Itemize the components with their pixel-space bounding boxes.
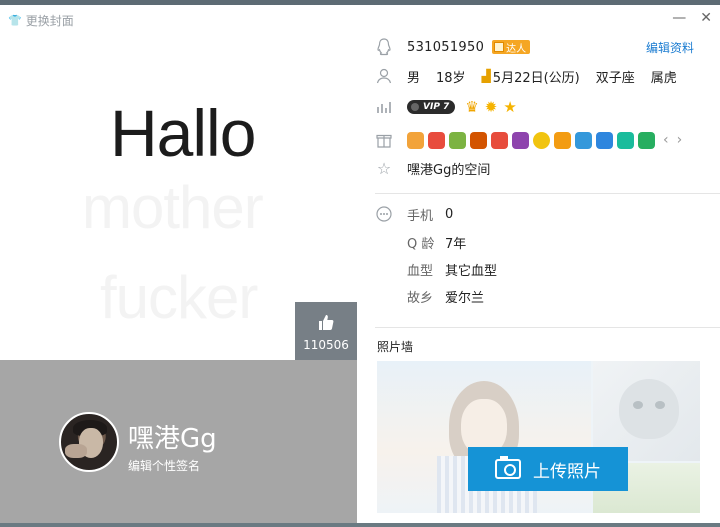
qage-row: Q 龄 7年 <box>407 231 466 253</box>
phone-row: 手机 0 <box>357 203 453 225</box>
service-icon[interactable] <box>449 131 466 149</box>
avatar[interactable] <box>59 412 119 472</box>
info-panel: — ✕ 531051950 达人 编辑资料 男 18岁 ▟ 5月22日(公历) … <box>357 5 720 523</box>
upload-photo-label: 上传照片 <box>533 461 601 482</box>
cover-ghost-text-1: mother <box>82 174 264 241</box>
qzone-link[interactable]: 嘿港Gg的空间 <box>407 159 490 178</box>
service-icon[interactable] <box>470 131 487 149</box>
profile-band: 嘿港Gg 编辑个性签名 <box>0 360 357 523</box>
photo-wall: 上传照片 <box>377 361 700 513</box>
user-icon <box>375 67 393 85</box>
like-button[interactable]: 110506 <box>295 302 357 360</box>
change-cover-label: 更换封面 <box>25 14 74 28</box>
change-cover-button[interactable]: 👕 更换封面 <box>8 12 74 29</box>
divider <box>375 193 720 194</box>
like-count: 110506 <box>303 338 349 352</box>
daren-label: 达人 <box>506 43 527 55</box>
service-pager: ‹ › <box>663 132 682 148</box>
more-icon <box>375 205 393 223</box>
edit-signature-link[interactable]: 编辑个性签名 <box>128 457 200 474</box>
service-icon[interactable] <box>491 131 508 149</box>
level-chart-icon <box>375 98 393 116</box>
daren-badge[interactable]: 达人 <box>492 40 531 55</box>
level-badges: ♛ ✹ ★ <box>465 98 516 116</box>
chevron-left-icon[interactable]: ‹ <box>663 132 669 148</box>
blood-value: 其它血型 <box>445 263 498 279</box>
photo-thumbnail[interactable] <box>593 361 700 461</box>
qage-label: Q 龄 <box>407 236 435 252</box>
service-icons <box>407 131 655 149</box>
penguin-icon <box>411 103 419 111</box>
qzone-row: ☆ 嘿港Gg的空间 <box>357 157 491 179</box>
phone-value: 0 <box>445 206 454 222</box>
star-icon[interactable]: ★ <box>503 98 516 116</box>
service-icon[interactable] <box>428 131 445 149</box>
hometown-value: 爱尔兰 <box>445 290 485 306</box>
thumbs-up-icon <box>319 315 334 330</box>
qq-number: 531051950 <box>407 39 485 55</box>
birthday: 5月22日(公历) <box>492 70 580 86</box>
hometown-label: 故乡 <box>407 290 434 306</box>
edit-profile-link[interactable]: 编辑资料 <box>646 39 694 56</box>
blood-label: 血型 <box>407 263 434 279</box>
vip-label: VIP 7 <box>423 102 450 112</box>
cover-headline: Hallo <box>110 96 256 170</box>
qage-value: 7年 <box>445 236 467 252</box>
service-icon[interactable] <box>533 131 550 149</box>
zodiac: 双子座 <box>595 70 635 86</box>
service-icon[interactable] <box>596 131 613 149</box>
close-button[interactable]: ✕ <box>700 11 712 25</box>
cover-ghost-text-2: fucker <box>100 264 258 331</box>
service-icon[interactable] <box>554 131 571 149</box>
camera-icon <box>495 456 521 479</box>
star-outline-icon: ☆ <box>376 158 392 178</box>
service-icon[interactable] <box>575 131 592 149</box>
service-icon[interactable] <box>512 131 529 149</box>
cover-panel: 👕 更换封面 Hallo mother fucker 110506 嘿港Gg 编… <box>0 5 357 523</box>
crown-icon[interactable]: ♛ <box>465 98 478 116</box>
qq-penguin-icon <box>375 38 393 56</box>
vip-badge[interactable]: VIP 7 <box>407 100 456 114</box>
qq-number-row: 531051950 达人 <box>357 36 531 58</box>
hometown-row: 故乡 爱尔兰 <box>407 285 484 307</box>
shirt-icon: 👕 <box>8 14 22 27</box>
sun-icon[interactable]: ✹ <box>485 98 498 116</box>
service-icon[interactable] <box>407 131 424 149</box>
services-row: ‹ › <box>357 129 682 151</box>
daren-icon <box>494 42 505 52</box>
service-icon[interactable] <box>617 131 634 149</box>
profile-window: 👕 更换封面 Hallo mother fucker 110506 嘿港Gg 编… <box>0 5 720 523</box>
blood-row: 血型 其它血型 <box>407 258 497 280</box>
chinese-zodiac: 属虎 <box>650 70 677 86</box>
nickname: 嘿港Gg <box>128 424 217 454</box>
gift-icon <box>375 131 393 149</box>
phone-label: 手机 <box>407 208 434 224</box>
minimize-button[interactable]: — <box>672 11 686 25</box>
upload-photo-button[interactable]: 上传照片 <box>468 447 628 491</box>
chevron-right-icon[interactable]: › <box>677 132 683 148</box>
age: 18岁 <box>436 70 466 86</box>
vip-row: VIP 7 ♛ ✹ ★ <box>357 96 517 118</box>
service-icon[interactable] <box>638 131 655 149</box>
window-controls: — ✕ <box>672 11 712 25</box>
basic-info-row: 男 18岁 ▟ 5月22日(公历) 双子座 属虎 <box>357 65 677 87</box>
gender: 男 <box>407 70 421 86</box>
photo-wall-title: 照片墙 <box>377 340 414 354</box>
birthday-cake-icon: ▟ <box>481 69 491 83</box>
divider <box>375 327 720 328</box>
